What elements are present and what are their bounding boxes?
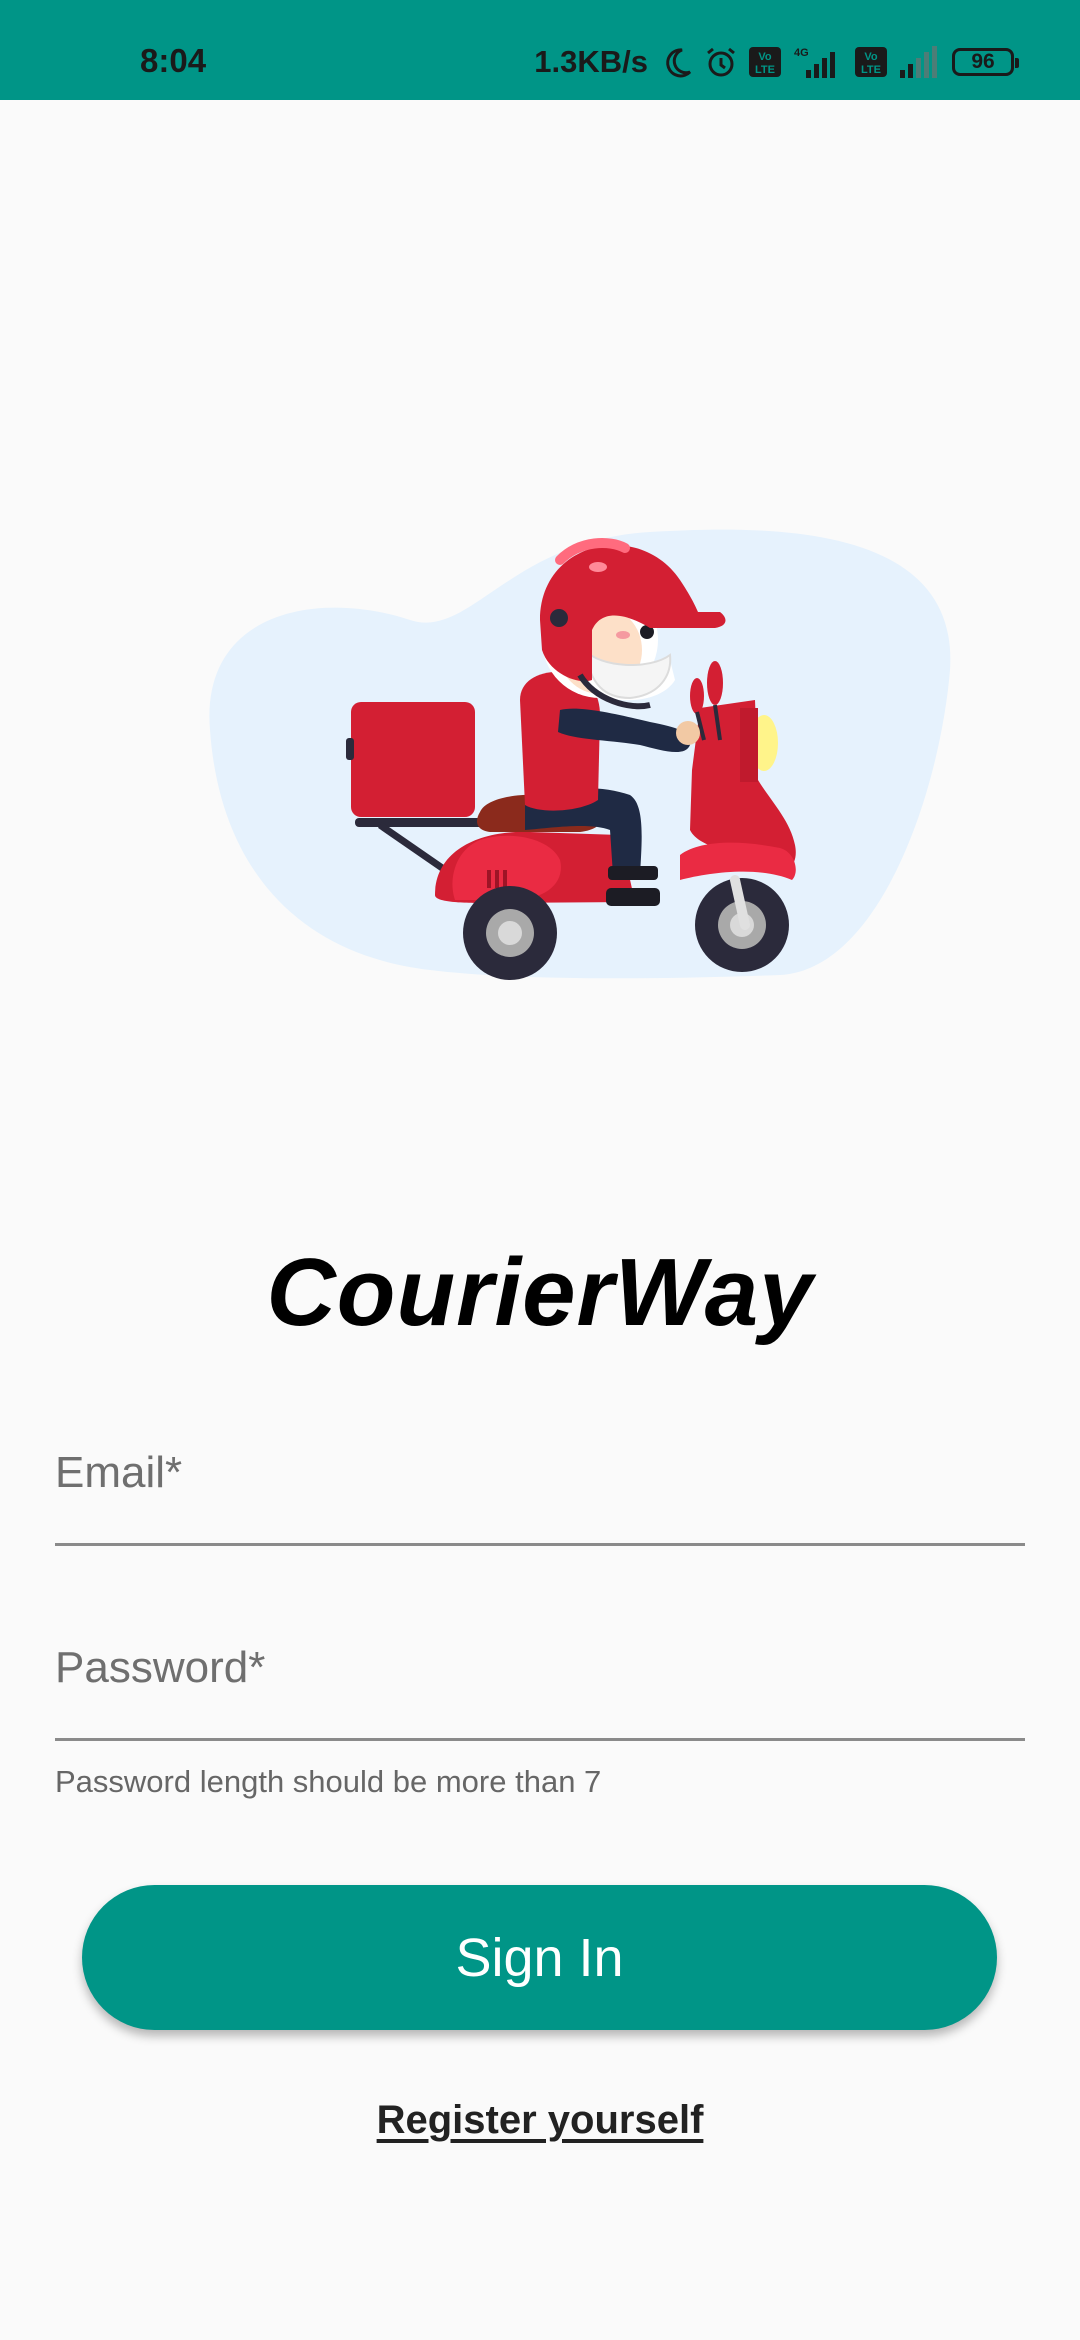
status-time: 8:04 [140,42,207,79]
svg-text:LTE: LTE [755,64,775,76]
battery-icon: 96 [952,48,1019,76]
password-label: Password* [55,1643,266,1692]
moon-icon [662,46,694,78]
volte-icon: Vo LTE [748,45,782,79]
signal-icon [898,44,942,80]
status-bar: 8:04 1.3KB/s Vo LTE 4G Vo LTE 96 [0,0,1080,100]
status-icons: 1.3KB/s Vo LTE 4G Vo LTE 96 [534,40,1019,84]
svg-text:Vo: Vo [758,51,772,63]
password-field[interactable]: Password* [55,1643,1025,1743]
alarm-icon [704,45,738,79]
email-field[interactable]: Email* [55,1448,1025,1548]
email-label: Email* [55,1448,183,1497]
volte-icon-2: Vo LTE [854,45,888,79]
network-speed: 1.3KB/s [534,44,648,79]
svg-text:LTE: LTE [861,64,881,76]
app-title: CourierWay [266,1239,814,1346]
sign-in-button[interactable]: Sign In [82,1885,997,2030]
signal-icon-4g: 4G [792,44,844,80]
register-link[interactable]: Register yourself [0,2098,1080,2143]
courier-illustration [180,500,960,1010]
password-underline [55,1738,1025,1741]
svg-text:4G: 4G [794,47,809,59]
svg-text:Vo: Vo [864,51,878,63]
password-helper-text: Password length should be more than 7 [55,1764,602,1799]
email-underline [55,1543,1025,1546]
